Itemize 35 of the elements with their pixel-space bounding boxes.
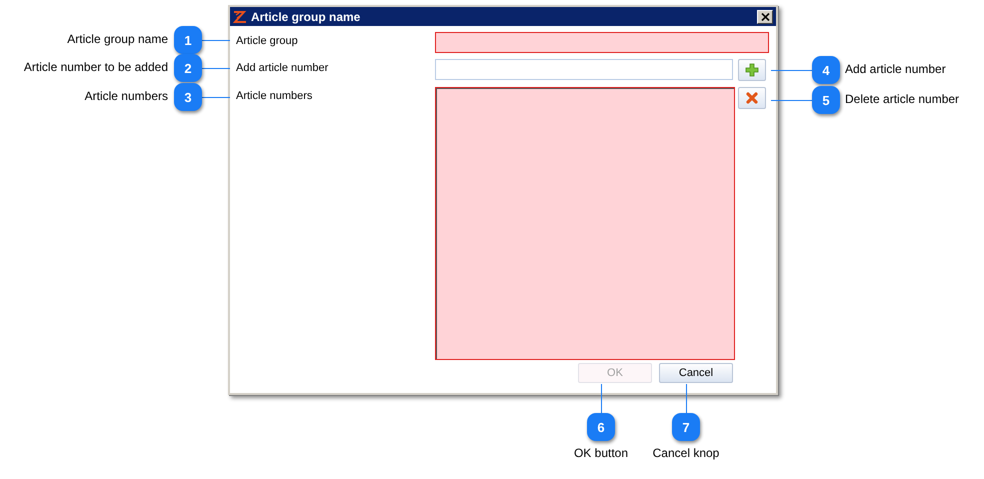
field-label: Add article number xyxy=(236,61,330,76)
leader-line xyxy=(202,68,230,69)
callout-badge: 6 xyxy=(587,413,615,441)
add-button[interactable] xyxy=(738,59,766,81)
callout-label: Article numbers xyxy=(84,89,168,103)
callout-badge: 1 xyxy=(174,26,202,54)
field-label: Article numbers xyxy=(236,89,314,104)
leader-line xyxy=(771,70,812,71)
app-icon xyxy=(233,10,247,24)
callout-badge: 7 xyxy=(672,413,700,441)
input-field[interactable] xyxy=(435,32,769,53)
close-button[interactable] xyxy=(757,10,773,24)
leader-line xyxy=(686,384,687,413)
leader-line xyxy=(601,384,602,413)
field-label: Article group xyxy=(236,34,299,49)
callout-badge: 3 xyxy=(174,83,202,111)
window-title: Article group name xyxy=(251,10,362,24)
callout-badge: 2 xyxy=(174,54,202,82)
leader-line xyxy=(202,97,230,98)
callout-badge: 4 xyxy=(812,56,840,84)
cross-icon xyxy=(746,92,758,104)
callout-label: Delete article number xyxy=(845,92,960,106)
callout-label: Add article number xyxy=(845,62,946,76)
delete-button[interactable] xyxy=(738,87,766,109)
callout-label: Cancel knop xyxy=(652,446,720,460)
close-icon xyxy=(760,12,770,20)
leader-line xyxy=(202,40,230,41)
callout-badge: 5 xyxy=(812,86,840,114)
leader-line xyxy=(771,100,812,101)
dialog-button[interactable]: Cancel xyxy=(659,363,733,383)
plus-icon xyxy=(745,63,759,77)
callout-label: Article group name xyxy=(67,32,168,46)
callout-label: Article number to be added xyxy=(24,60,168,74)
input-field[interactable] xyxy=(435,59,733,80)
list-box[interactable] xyxy=(435,87,735,360)
